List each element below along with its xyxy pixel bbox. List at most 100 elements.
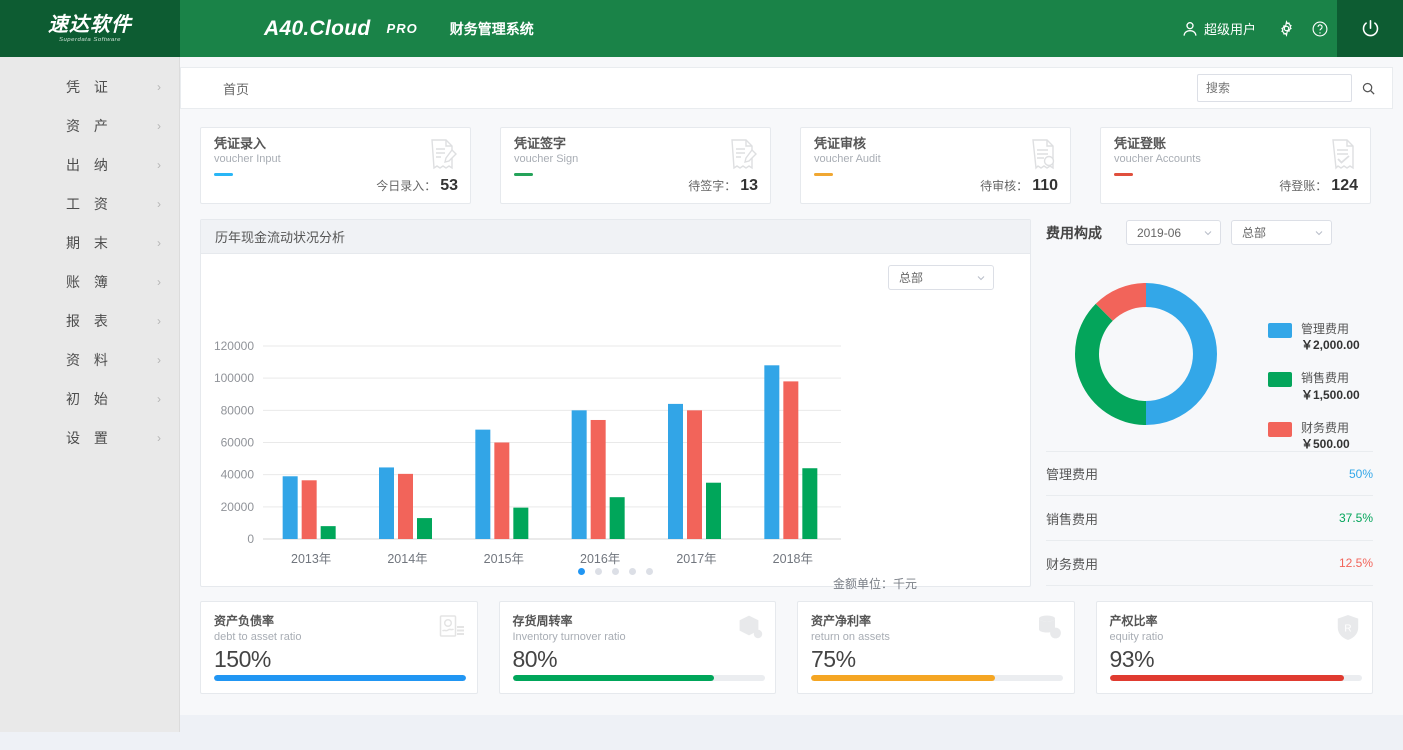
- donut-legend: 管理费用 ￥2,000.00 销售费用 ￥1,500.00 财务费用 ￥500.…: [1268, 321, 1360, 469]
- ratio-card-equity-ratio[interactable]: 产权比率 equity ratio 93% R: [1096, 601, 1374, 694]
- ratio-card-debt-to-asset[interactable]: 资产负债率 debt to asset ratio 150%: [200, 601, 478, 694]
- brand-logo[interactable]: 速达软件 Superdata Software: [0, 0, 180, 57]
- ratio-progress-track: [811, 675, 1063, 681]
- expense-row-1[interactable]: 销售费用 37.5%: [1046, 496, 1373, 541]
- stat-card-footer: 待签字：13: [688, 177, 758, 195]
- donut-legend-text: 管理费用 ￥2,000.00: [1301, 321, 1360, 353]
- product-name: A40.Cloud: [264, 17, 371, 41]
- ratio-card-value: 150%: [214, 646, 464, 673]
- expense-donut-area: 管理费用 ￥2,000.00 销售费用 ￥1,500.00 财务费用 ￥500.…: [1046, 259, 1373, 449]
- svg-text:2018年: 2018年: [773, 552, 813, 566]
- sidebar-item-4[interactable]: 期 末 ›: [0, 223, 179, 262]
- chart-unit-note: 金额单位：千元: [833, 575, 917, 592]
- expense-row-0[interactable]: 管理费用 50%: [1046, 451, 1373, 496]
- stat-card-subtitle: voucher Input: [214, 153, 458, 165]
- ratio-progress-track: [214, 675, 466, 681]
- stat-foot-value: 53: [440, 177, 458, 194]
- carousel-dot-4[interactable]: [646, 568, 653, 575]
- help-button[interactable]: [1303, 0, 1337, 57]
- chevron-right-icon: ›: [157, 353, 161, 367]
- breadcrumb[interactable]: 首页: [223, 79, 249, 98]
- report-icon: [439, 614, 465, 643]
- stat-card-voucher-input[interactable]: 凭证录入 voucher Input 今日录入：53: [200, 127, 471, 204]
- user-name-label: 超级用户: [1204, 19, 1256, 38]
- sidebar-item-label: 期 末: [0, 233, 157, 253]
- stat-card-title: 凭证录入: [214, 137, 458, 151]
- legend-swatch: [1268, 422, 1292, 437]
- stat-card-subtitle: voucher Audit: [814, 153, 1058, 165]
- cashflow-chart-panel: 历年现金流动状况分析 总部 02000040000600008000010000…: [200, 219, 1031, 587]
- ratio-progress-track: [513, 675, 765, 681]
- donut-slice-0[interactable]: [1146, 283, 1217, 425]
- expense-period-value: 2019-06: [1137, 226, 1181, 240]
- header-actions: 超级用户: [1172, 0, 1403, 57]
- sidebar-item-3[interactable]: 工 资 ›: [0, 184, 179, 223]
- expense-composition-panel: 费用构成 2019-06 总部 管理费用 ￥2,000.00: [1046, 219, 1373, 587]
- stat-card-voucher-audit[interactable]: 凭证审核 voucher Audit 待审核：110: [800, 127, 1071, 204]
- sidebar-item-7[interactable]: 资 料 ›: [0, 340, 179, 379]
- carousel-dot-1[interactable]: [595, 568, 602, 575]
- sidebar-item-label: 资 产: [0, 116, 157, 136]
- ratio-card-return-on-assets[interactable]: 资产净利率 return on assets 75%: [797, 601, 1075, 694]
- expense-row-percent: 12.5%: [1339, 556, 1373, 570]
- sidebar-item-2[interactable]: 出 纳 ›: [0, 145, 179, 184]
- expense-row-name: 财务费用: [1046, 554, 1098, 573]
- expense-row-2[interactable]: 财务费用 12.5%: [1046, 541, 1373, 586]
- app-header: 速达软件 Superdata Software A40.Cloud PRO 财务…: [0, 0, 1403, 57]
- ratio-card-value: 80%: [513, 646, 763, 673]
- svg-text:2015年: 2015年: [484, 552, 524, 566]
- stat-card-voucher-accounts[interactable]: 凭证登账 voucher Accounts 待登账：124: [1100, 127, 1371, 204]
- sidebar-item-8[interactable]: 初 始 ›: [0, 379, 179, 418]
- expense-row-name: 管理费用: [1046, 464, 1098, 483]
- logo-chinese-text: 速达软件: [48, 14, 132, 34]
- ratio-card-title: 产权比率: [1110, 612, 1360, 629]
- carousel-dot-0[interactable]: [578, 568, 585, 575]
- donut-legend-item-0[interactable]: 管理费用 ￥2,000.00: [1268, 321, 1360, 353]
- user-account-button[interactable]: 超级用户: [1172, 0, 1270, 57]
- sidebar-nav: 凭 证 › 资 产 › 出 纳 › 工 资 › 期 末 › 账 簿 › 报 表 …: [0, 57, 180, 732]
- sidebar-item-6[interactable]: 报 表 ›: [0, 301, 179, 340]
- brand-titles: A40.Cloud PRO 财务管理系统: [264, 17, 534, 41]
- search-input[interactable]: [1206, 81, 1361, 95]
- settings-button[interactable]: [1270, 0, 1303, 57]
- accent-dash: [1114, 173, 1133, 176]
- sidebar-item-label: 资 料: [0, 350, 157, 370]
- sidebar-item-1[interactable]: 资 产 ›: [0, 106, 179, 145]
- sidebar-item-label: 账 簿: [0, 272, 157, 292]
- accent-dash: [814, 173, 833, 176]
- expense-department-select[interactable]: 总部: [1231, 220, 1332, 245]
- donut-legend-item-1[interactable]: 销售费用 ￥1,500.00: [1268, 370, 1360, 402]
- sidebar-item-9[interactable]: 设 置 ›: [0, 418, 179, 457]
- expense-row-name: 销售费用: [1046, 509, 1098, 528]
- help-icon: [1311, 20, 1329, 38]
- stat-foot-value: 110: [1032, 177, 1058, 194]
- carousel-dot-3[interactable]: [629, 568, 636, 575]
- logout-button[interactable]: [1337, 0, 1403, 57]
- donut-legend-item-2[interactable]: 财务费用 ￥500.00: [1268, 420, 1360, 452]
- search-icon[interactable]: [1361, 81, 1376, 96]
- search-box[interactable]: [1197, 74, 1352, 102]
- ratio-card-title: 资产净利率: [811, 612, 1061, 629]
- legend-swatch: [1268, 323, 1292, 338]
- ratio-progress-fill: [513, 675, 715, 681]
- expense-period-select[interactable]: 2019-06: [1126, 220, 1221, 245]
- chart-panel-header: 历年现金流动状况分析: [201, 220, 1030, 254]
- expense-row-percent: 37.5%: [1339, 511, 1373, 525]
- voucher-audit-icon: [1030, 138, 1058, 173]
- carousel-dot-2[interactable]: [612, 568, 619, 575]
- sidebar-item-0[interactable]: 凭 证 ›: [0, 67, 179, 106]
- stat-foot-label: 待签字：: [688, 179, 736, 193]
- donut-legend-amount: ￥2,000.00: [1301, 338, 1360, 352]
- ratio-card-value: 93%: [1110, 646, 1360, 673]
- ratio-card-inventory-turnover[interactable]: 存货周转率 Inventory turnover ratio 80%: [499, 601, 777, 694]
- donut-slice-1[interactable]: [1075, 304, 1146, 425]
- box-icon: [737, 614, 763, 643]
- accent-dash: [214, 173, 233, 176]
- svg-text:R: R: [1344, 624, 1351, 635]
- chevron-right-icon: ›: [157, 392, 161, 406]
- svg-text:80000: 80000: [221, 403, 255, 417]
- svg-text:2014年: 2014年: [387, 552, 427, 566]
- breadcrumb-bar: 首页: [180, 67, 1393, 109]
- stat-card-voucher-sign[interactable]: 凭证签字 voucher Sign 待签字：13: [500, 127, 771, 204]
- sidebar-item-5[interactable]: 账 簿 ›: [0, 262, 179, 301]
